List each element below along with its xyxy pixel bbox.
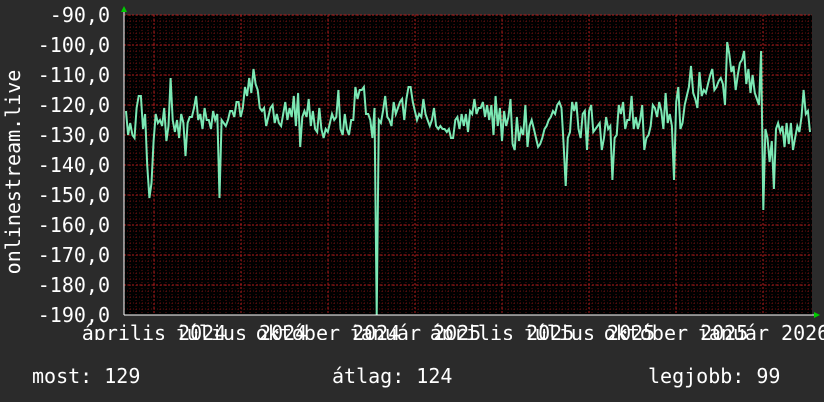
y-tick-label: -170,0 (38, 243, 110, 267)
y-tick-label: -180,0 (38, 273, 110, 297)
stat-current: most: 129 (32, 364, 141, 388)
chart-container: -90,0 -100,0 -110,0 -120,0 -130,0 -140,0 -150,… (0, 0, 824, 402)
x-tick-label: január 2026 (697, 321, 824, 340)
y-tick-label: -90,0 (50, 3, 110, 27)
stat-best: legjobb: 99 (648, 364, 781, 388)
y-tick-labels: -90,0 -100,0 -110,0 -120,0 -130,0 -140,0 -150,… (38, 3, 110, 327)
x-axis-arrow (814, 312, 820, 318)
stat-average: átlag: 124 (332, 364, 453, 388)
y-tick-label: -140,0 (38, 153, 110, 177)
x-tick-labels: április 2024július 2024október 2024januá… (82, 321, 824, 345)
y-tick-label: -130,0 (38, 123, 110, 147)
stats-bar: most: 129 átlag: 124 legjobb: 99 (0, 364, 824, 388)
y-tick-label: -150,0 (38, 183, 110, 207)
y-tick-label: -120,0 (38, 93, 110, 117)
y-tick-label: -160,0 (38, 213, 110, 237)
y-axis-arrow (121, 6, 127, 12)
y-tick-label: -100,0 (38, 33, 110, 57)
y-axis-label: onlinestream.live (1, 70, 25, 275)
line-chart: -90,0 -100,0 -110,0 -120,0 -130,0 -140,0 -150,… (1, 3, 824, 345)
y-tick-label: -110,0 (38, 63, 110, 87)
